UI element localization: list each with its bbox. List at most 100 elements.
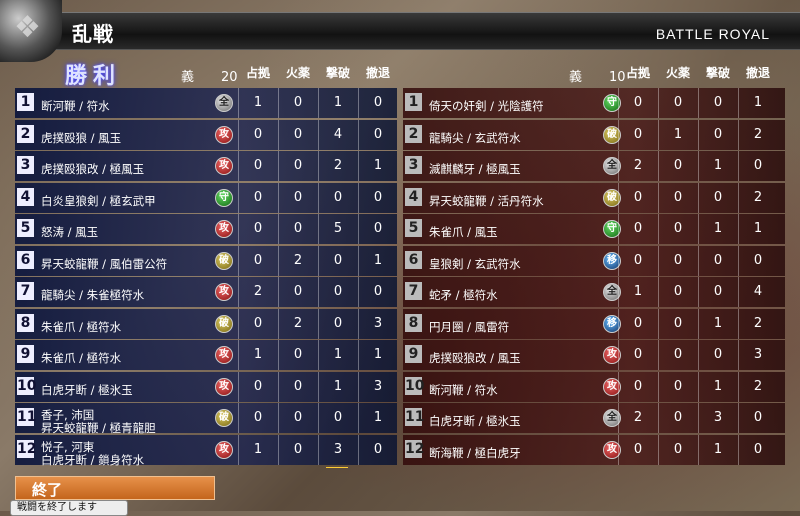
equipment-line: 断海鞭 / 極白虎牙 xyxy=(429,445,521,460)
stat-cell: 0 xyxy=(253,410,263,425)
row-number: 7 xyxy=(17,282,34,300)
stat-cell: 0 xyxy=(293,221,303,236)
stat-cell: 4 xyxy=(333,126,343,142)
row-number: 6 xyxy=(17,250,34,269)
role-badge-icon: 攻 xyxy=(215,440,233,459)
player-equipment: 滅麒麟牙 / 極風玉 xyxy=(429,163,521,176)
row-number: 5 xyxy=(17,219,34,237)
role-badge-icon: 攻 xyxy=(215,220,233,238)
stat-cell: 1 xyxy=(333,347,343,362)
stat-cell: 1 xyxy=(253,441,263,457)
player-row: 2 龍騎尖 / 玄武符水破 0 1 0 2 xyxy=(403,119,785,150)
stat-cell: 2 xyxy=(333,158,343,173)
page-title-en: BATTLE ROYAL xyxy=(655,26,770,42)
player-equipment: 断河鞭 / 符水 xyxy=(429,383,498,397)
player-row: 11 白虎牙断 / 極氷玉全 2 0 3 0 xyxy=(403,403,785,433)
row-number: 2 xyxy=(17,124,34,143)
role-badge-icon: 攻 xyxy=(215,346,233,364)
col-retreat: 撤退 xyxy=(745,66,770,80)
player-row: 2 虎撲殴狼 / 風玉 攻 0 0 4 0 xyxy=(15,119,397,150)
player-equipment: 朱雀爪 / 風玉 xyxy=(429,226,498,239)
equipment-line: 滅麒麟牙 / 極風玉 xyxy=(429,162,521,176)
stat-cell: 5 xyxy=(333,221,343,236)
col-powder: 火薬 xyxy=(665,66,690,80)
player-equipment: 虎撲殴狼改 / 極風玉 xyxy=(41,163,144,176)
stat-cell: 0 xyxy=(253,221,263,236)
equipment-line: 白炎皇狼剣 / 極玄武甲 xyxy=(41,193,156,208)
player-equipment: 円月圏 / 風雷符 xyxy=(429,319,510,334)
equipment-line: 白虎牙断 / 極氷玉 xyxy=(429,414,521,428)
stat-cell: 0 xyxy=(373,284,383,299)
player-equipment: 虎撲殴狼改 / 風玉 xyxy=(429,352,521,365)
equipment-line: 昇天蛟龍鞭 / 風伯雷公符 xyxy=(41,256,168,271)
player-row: 8 円月圏 / 風雷符移 0 0 1 2 xyxy=(403,308,785,339)
left-rows: 1 断河鞭 / 符水全 1 0 1 0 2 虎撲殴狼 / 風玉攻 0 0 4 0 3 虎撲殴狼改 / 極風… xyxy=(15,88,397,468)
stat-cell: 0 xyxy=(633,347,643,362)
end-button[interactable]: 終了 xyxy=(15,476,215,500)
player-row: 10 白虎牙断 / 極氷玉 攻 0 0 1 3 xyxy=(15,371,397,402)
player-equipment: 蛇矛 / 極符水 xyxy=(429,289,498,302)
player-equipment: 皇狼剣 / 玄武符水 xyxy=(429,257,521,271)
row-number: 6 xyxy=(405,250,422,269)
stat-cell: 1 xyxy=(713,315,723,331)
stat-cell: 0 xyxy=(293,441,303,457)
stat-cell: 0 xyxy=(333,315,343,331)
stat-cell: 0 xyxy=(633,189,643,205)
left-group-info: 義 20 xyxy=(181,66,238,85)
equipment-line: 悦子, 河東 xyxy=(41,439,95,454)
player-equipment: 龍騎尖 / 玄武符水 xyxy=(429,131,521,145)
stat-cell: 0 xyxy=(633,221,643,236)
equipment-line: 昇天蛟龍鞭 / 活丹符水 xyxy=(429,193,544,208)
row-number: 8 xyxy=(405,313,422,332)
stat-cell: 0 xyxy=(373,189,383,205)
row-number: 9 xyxy=(405,345,422,363)
player-row: 1 断河鞭 / 符水 全 1 0 1 0 xyxy=(15,88,397,118)
stat-cell: 3 xyxy=(373,378,383,394)
stat-cell: 0 xyxy=(293,95,303,110)
page-title: 乱戦 xyxy=(72,22,114,46)
role-badge-icon: 守 xyxy=(215,188,233,207)
stat-cell: 0 xyxy=(753,252,763,268)
equipment-line: 朱雀爪 / 風玉 xyxy=(429,225,498,239)
stat-cell: 0 xyxy=(673,410,683,425)
stat-cell: 1 xyxy=(713,441,723,457)
row-number: 12 xyxy=(17,439,37,458)
player-equipment: 白虎牙断 / 極氷玉 xyxy=(429,415,521,428)
selection-cursor xyxy=(326,466,348,468)
player-row: 7 蛇矛 / 極符水全 1 0 0 4 xyxy=(403,277,785,307)
row-number: 1 xyxy=(405,93,422,111)
player-equipment: 怒涛 / 風玉 xyxy=(41,226,98,239)
row-number: 4 xyxy=(17,187,34,206)
row-number: 10 xyxy=(405,376,425,395)
stat-cell: 0 xyxy=(673,441,683,457)
stat-cell: 3 xyxy=(753,347,763,362)
col-powder: 火薬 xyxy=(285,66,310,80)
stat-cell: 0 xyxy=(713,95,723,110)
player-row: 6 皇狼剣 / 玄武符水移 0 0 0 0 xyxy=(403,245,785,276)
stat-cell: 1 xyxy=(753,95,763,110)
equipment-line: 円月圏 / 風雷符 xyxy=(429,319,510,334)
stat-cell: 3 xyxy=(373,315,383,331)
equipment-line: 白虎牙断 / 鎖身符水 xyxy=(41,452,145,467)
player-equipment: 昇天蛟龍鞭 / 活丹符水 xyxy=(429,193,544,208)
col-occupy: 占拠 xyxy=(625,66,650,80)
stat-cell: 2 xyxy=(753,315,763,331)
row-number: 1 xyxy=(17,93,34,111)
stat-cell: 0 xyxy=(373,126,383,142)
player-row: 11 香子, 沛国 昇天蛟龍鞭 / 極青龍胆 破 0 0 0 1 xyxy=(15,403,397,435)
role-badge-icon: 攻 xyxy=(215,283,233,301)
stat-cell: 0 xyxy=(373,221,383,236)
player-row: 1 倚天の奸剣 / 光陰護符守 0 0 0 1 xyxy=(403,88,785,118)
row-number: 3 xyxy=(17,156,34,174)
role-badge-icon: 攻 xyxy=(215,157,233,175)
stat-cell: 1 xyxy=(373,410,383,425)
col-defeat: 撃破 xyxy=(705,66,730,80)
stat-cell: 3 xyxy=(713,410,723,425)
stat-cell: 0 xyxy=(713,347,723,362)
stat-cell: 0 xyxy=(633,378,643,394)
stat-cell: 0 xyxy=(713,284,723,299)
player-row: 4 昇天蛟龍鞭 / 活丹符水破 0 0 0 2 xyxy=(403,182,785,213)
stat-cell: 0 xyxy=(673,315,683,331)
equipment-line: 断河鞭 / 符水 xyxy=(41,99,110,113)
left-group-label: 義 xyxy=(181,70,195,85)
